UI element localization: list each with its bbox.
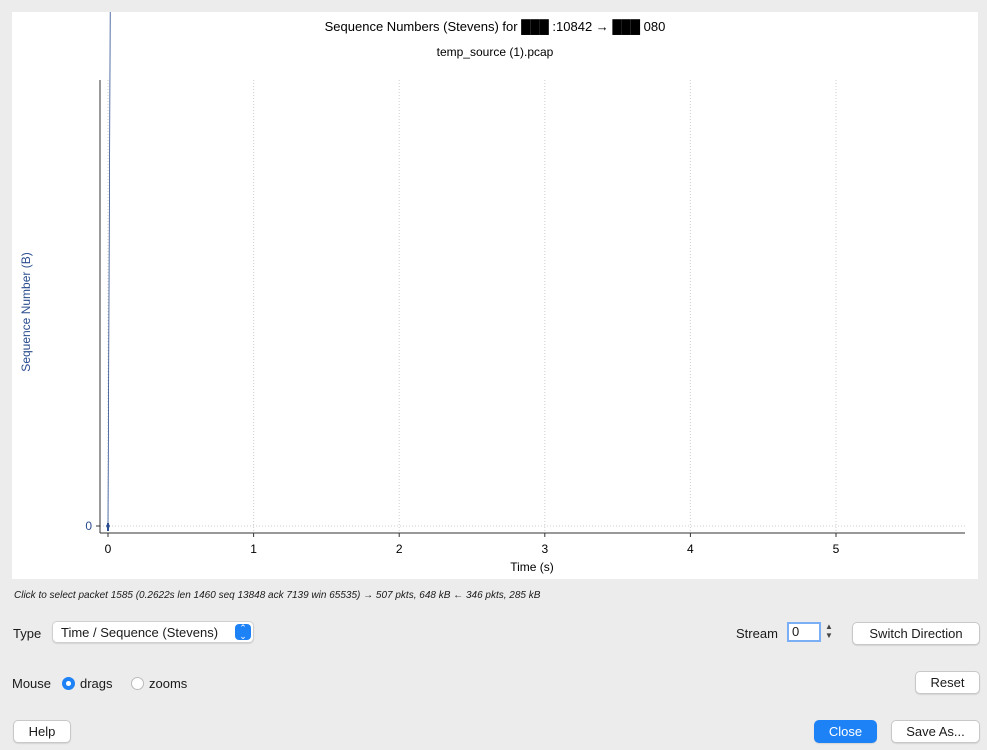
chart-title: Sequence Numbers (Stevens) for ███ :1084… — [325, 19, 666, 35]
type-value: Time / Sequence (Stevens) — [61, 625, 219, 640]
close-button[interactable]: Close — [814, 720, 877, 743]
graph-panel[interactable]: Sequence Numbers (Stevens) for ███ :1084… — [12, 0, 978, 579]
drags-label[interactable]: drags — [80, 676, 113, 691]
stream-stepper-icon[interactable]: ▲ ▼ — [825, 622, 833, 640]
zooms-label[interactable]: zooms — [149, 676, 187, 691]
reset-button[interactable]: Reset — [915, 671, 980, 694]
chevron-updown-icon: ⌃ ⌄ — [235, 624, 251, 641]
y-axis-label: Sequence Number (B) — [19, 252, 33, 371]
sequence-line — [107, 0, 111, 527]
x-tick-label: 4 — [687, 542, 694, 556]
help-button[interactable]: Help — [13, 720, 71, 743]
x-axis-label: Time (s) — [510, 560, 554, 574]
x-tick-label: 2 — [396, 542, 403, 556]
type-label: Type — [13, 626, 42, 641]
x-tick-label: 1 — [250, 542, 257, 556]
stream-label: Stream — [736, 626, 778, 641]
data-point — [106, 524, 110, 528]
status-text: Click to select packet 1585 (0.2622s len… — [14, 590, 541, 601]
drags-radio[interactable] — [62, 677, 75, 690]
stream-input[interactable]: 0 — [787, 622, 821, 642]
x-tick-label: 0 — [105, 542, 112, 556]
switch-direction-button[interactable]: Switch Direction — [852, 622, 980, 645]
sequence-chart[interactable]: Sequence Numbers (Stevens) for ███ :1084… — [12, 0, 978, 579]
chart-subtitle: temp_source (1).pcap — [437, 45, 554, 59]
type-select[interactable]: Time / Sequence (Stevens) ⌃ ⌄ — [52, 621, 254, 643]
x-tick-label: 5 — [833, 542, 840, 556]
save-as-button[interactable]: Save As... — [891, 720, 980, 743]
y-tick-label: 0 — [85, 519, 92, 533]
x-tick-label: 3 — [541, 542, 548, 556]
mouse-label: Mouse — [12, 676, 52, 691]
zooms-radio[interactable] — [131, 677, 144, 690]
